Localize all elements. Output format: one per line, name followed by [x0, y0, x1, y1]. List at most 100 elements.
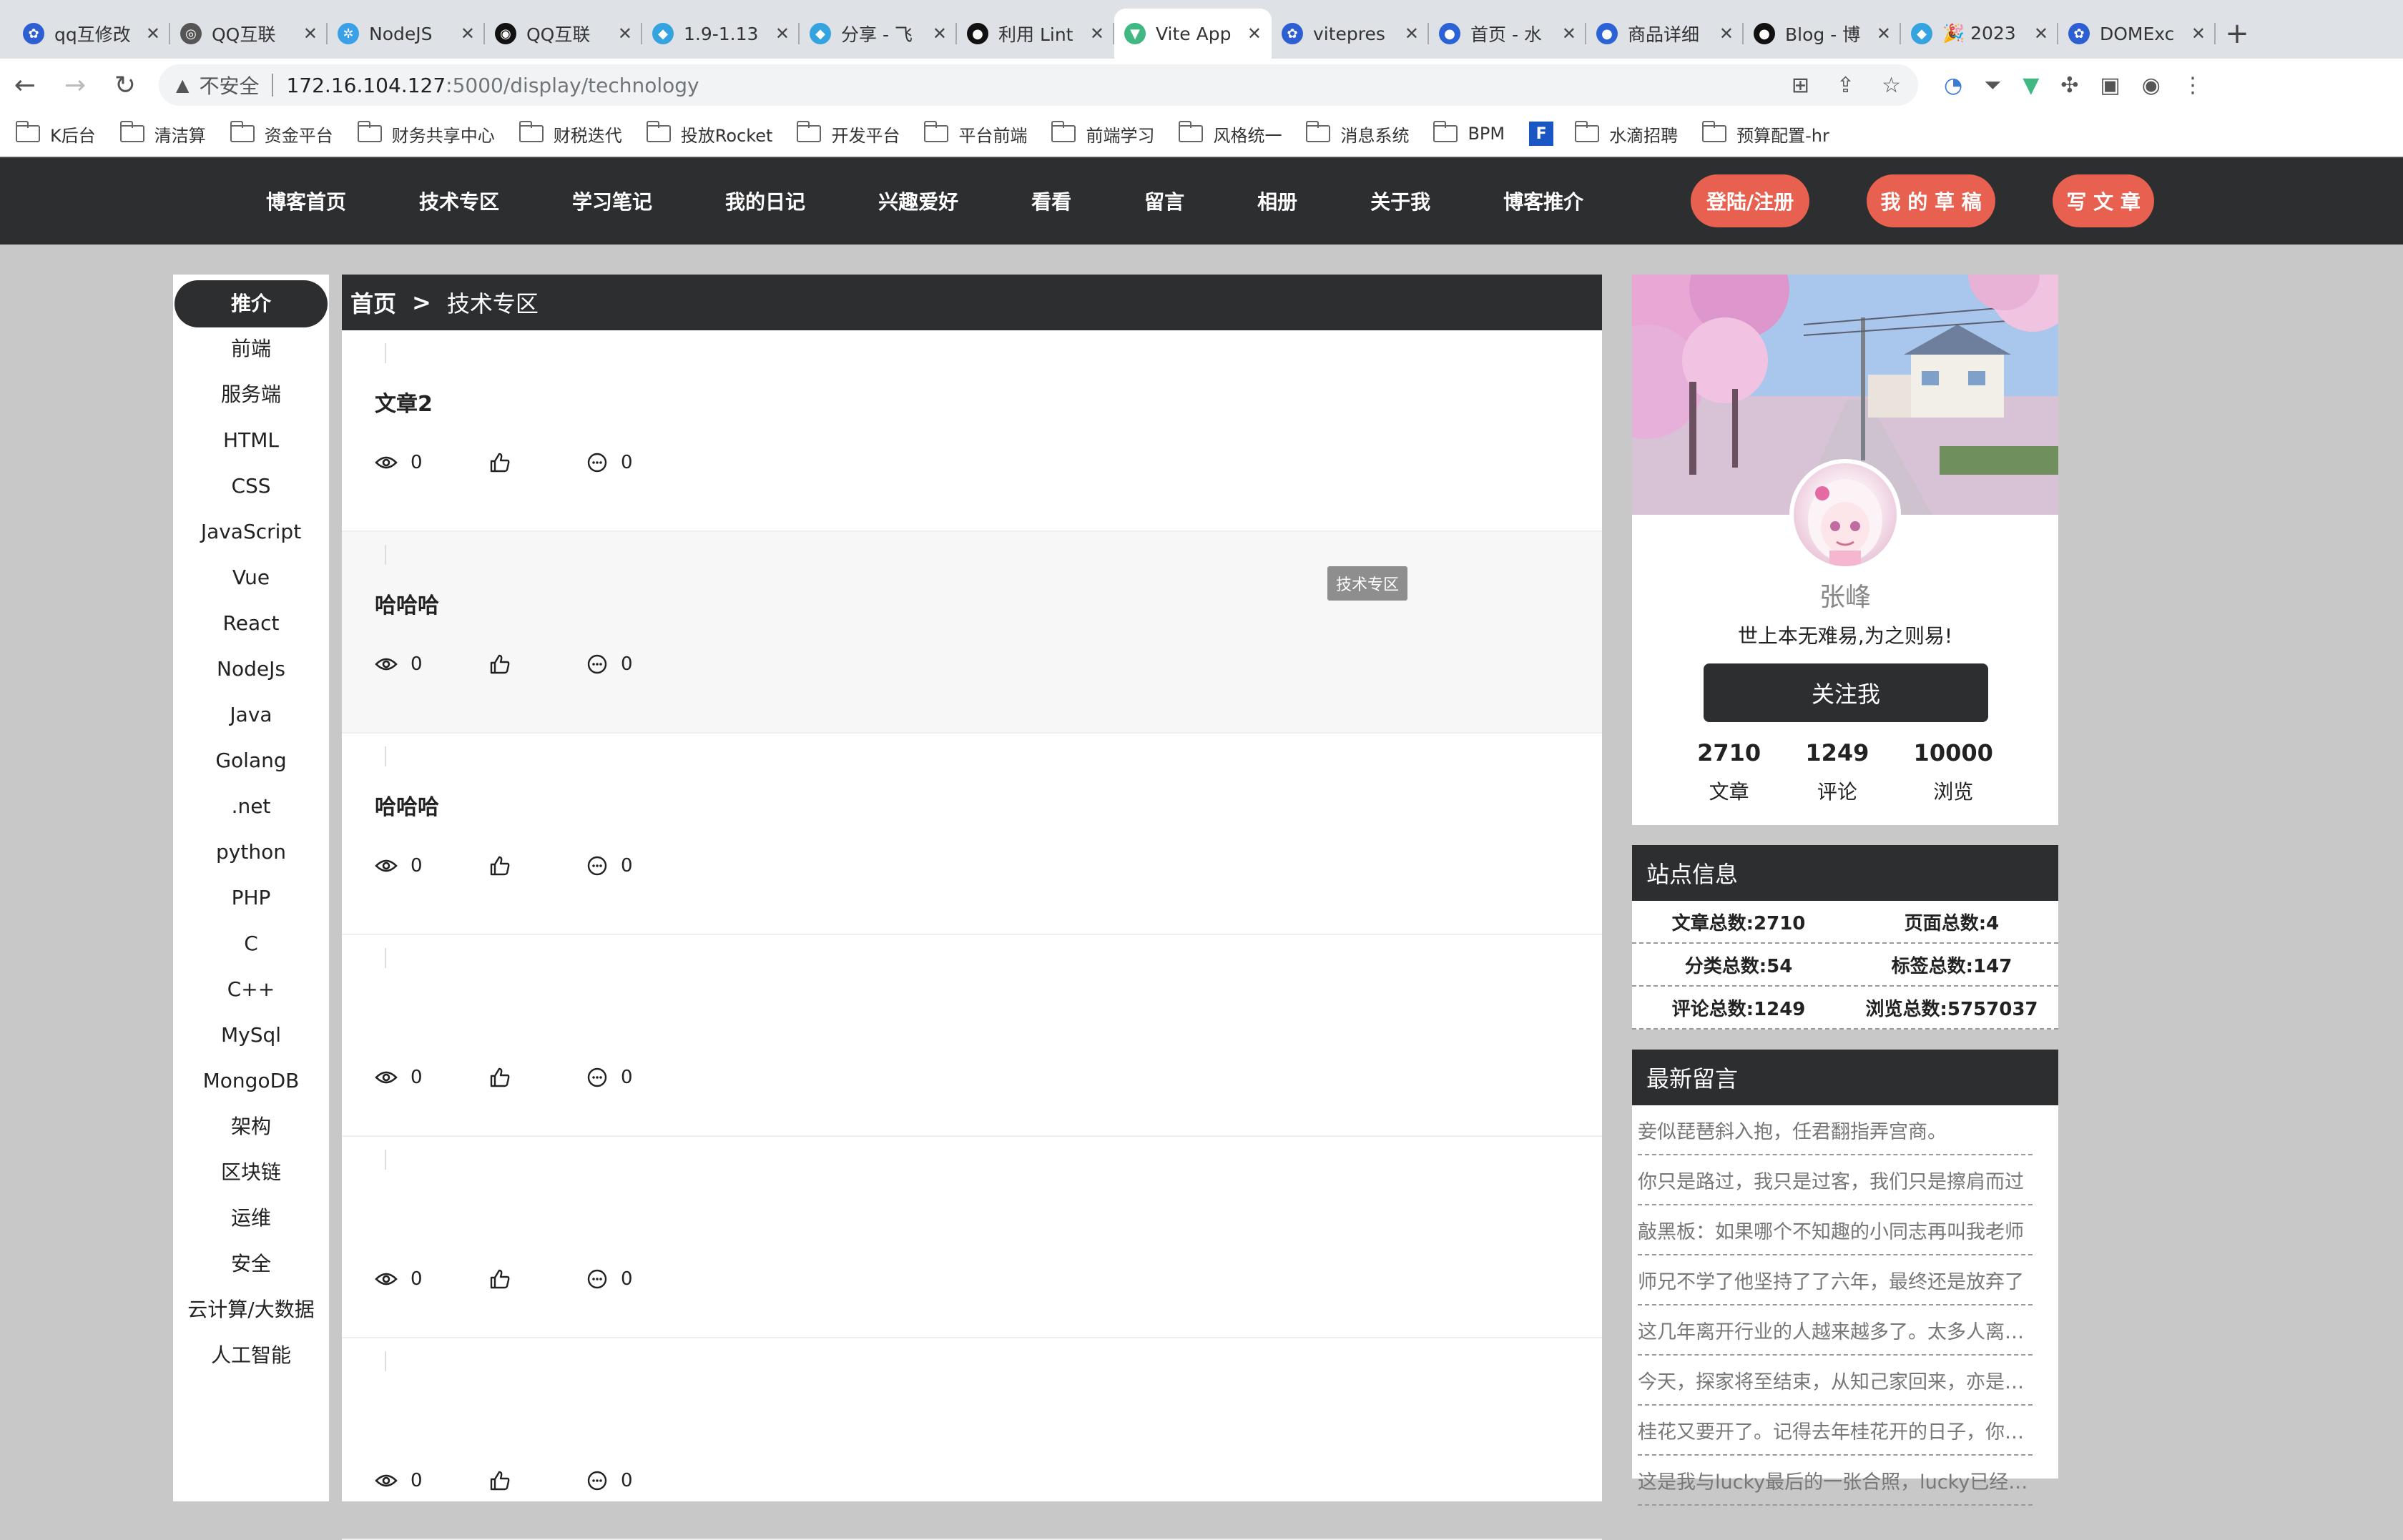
warning-icon[interactable]: ▲ — [176, 75, 189, 95]
nav-link[interactable]: 博客推介 — [1503, 187, 1583, 215]
bookmark-item[interactable]: K后台 — [16, 121, 96, 147]
tab-close-icon[interactable]: ✕ — [461, 24, 475, 44]
tab-close-icon[interactable]: ✕ — [1090, 24, 1104, 44]
like-button[interactable] — [489, 1067, 586, 1088]
extension-icon[interactable]: ◔ — [1944, 73, 1962, 98]
nav-link[interactable]: 博客首页 — [266, 187, 346, 215]
my-drafts-button[interactable]: 我 的 草 稿 — [1867, 174, 1996, 227]
nav-link[interactable]: 留言 — [1144, 187, 1184, 215]
message-item[interactable]: 敲黑板：如果哪个不知趣的小同志再叫我老师 — [1638, 1205, 2033, 1255]
like-button[interactable] — [489, 855, 586, 877]
category-item[interactable]: Java — [173, 692, 329, 738]
bookmark-item[interactable]: 财税迭代 — [519, 121, 622, 147]
profile-icon[interactable]: ◉ — [2142, 73, 2161, 98]
article-item[interactable]: 00 — [342, 1137, 1602, 1338]
like-button[interactable] — [489, 452, 586, 473]
nav-link[interactable]: 我的日记 — [725, 187, 805, 215]
count-views[interactable]: 10000 浏览 — [1914, 739, 1993, 805]
puzzle-icon[interactable]: ✣ — [2060, 73, 2078, 98]
category-item[interactable]: JavaScript — [173, 509, 329, 555]
bookmark-item[interactable]: BPM — [1433, 121, 1505, 144]
browser-tab[interactable]: ● 首页 - 水 ✕ — [1429, 9, 1586, 59]
like-button[interactable] — [489, 1268, 586, 1290]
browser-tab[interactable]: ● 商品详细 ✕ — [1586, 9, 1744, 59]
bookmark-item[interactable]: 消息系统 — [1306, 121, 1409, 147]
tab-close-icon[interactable]: ✕ — [146, 24, 160, 44]
bookmark-item[interactable]: 预算配置-hr — [1702, 121, 1829, 147]
category-item[interactable]: HTML — [173, 418, 329, 463]
category-item[interactable]: Golang — [173, 738, 329, 784]
article-title[interactable]: 哈哈哈 — [375, 588, 439, 619]
bookmark-item[interactable]: 前端学习 — [1051, 121, 1154, 147]
share-icon[interactable]: ⇪ — [1837, 73, 1854, 98]
like-button[interactable] — [489, 653, 586, 675]
message-item[interactable]: 师兄不学了他坚持了了六年，最终还是放弃了 — [1638, 1255, 2033, 1305]
category-item[interactable]: 前端 — [173, 326, 329, 372]
article-title[interactable]: 哈哈哈 — [375, 789, 439, 821]
browser-tab[interactable]: ▼ Vite App ✕ — [1114, 9, 1272, 59]
bookmark-item[interactable]: 清洁算 — [119, 121, 206, 147]
category-item[interactable]: CSS — [173, 463, 329, 509]
tab-close-icon[interactable]: ✕ — [2191, 24, 2206, 44]
insecure-label[interactable]: 不安全 — [199, 71, 259, 99]
browser-tab[interactable]: ◆ 🎉 2023 ✕ — [1901, 9, 2058, 59]
tab-close-icon[interactable]: ✕ — [2034, 24, 2048, 44]
write-article-button[interactable]: 写 文 章 — [2053, 174, 2155, 227]
back-icon[interactable]: ← — [0, 59, 50, 112]
article-item[interactable]: 文章2 0 0 — [342, 330, 1602, 532]
category-item[interactable]: MySql — [173, 1012, 329, 1058]
message-item[interactable]: 妾似琵琶斜入抱，任君翻指弄宫商。 — [1638, 1105, 2033, 1155]
new-tab-icon[interactable]: + — [2216, 9, 2259, 59]
bookmark-app-icon[interactable]: F — [1529, 122, 1554, 146]
browser-tab[interactable]: ◆ 1.9-1.13 ✕ — [642, 9, 800, 59]
browser-tab[interactable]: ● Blog - 博 ✕ — [1744, 9, 1901, 59]
article-item[interactable]: 00 — [342, 935, 1602, 1137]
category-item[interactable]: .net — [173, 784, 329, 829]
tab-close-icon[interactable]: ✕ — [775, 24, 790, 44]
login-register-button[interactable]: 登陆/注册 — [1691, 174, 1810, 227]
bookmark-item[interactable]: 水滴招聘 — [1575, 121, 1678, 147]
category-item[interactable]: 推介 — [175, 280, 328, 327]
category-item[interactable]: 服务端 — [173, 372, 329, 418]
category-item[interactable]: MongoDB — [173, 1058, 329, 1104]
bookmark-star-icon[interactable]: ☆ — [1882, 73, 1901, 98]
like-button[interactable] — [489, 1470, 586, 1491]
article-item[interactable]: 哈哈哈 0 0 — [342, 734, 1602, 935]
breadcrumb-home[interactable]: 首页 — [350, 286, 396, 319]
article-title[interactable]: 文章2 — [375, 386, 433, 418]
category-item[interactable]: 安全 — [173, 1241, 329, 1287]
filter-extension-icon[interactable]: ⏷ — [1984, 73, 2001, 98]
nav-link[interactable]: 技术专区 — [419, 187, 499, 215]
follow-button[interactable]: 关注我 — [1704, 663, 1988, 722]
side-panel-icon[interactable]: ▣ — [2100, 73, 2120, 98]
translate-icon[interactable]: ⊞ — [1792, 73, 1809, 98]
category-item[interactable]: Vue — [173, 555, 329, 601]
category-item[interactable]: 云计算/大数据 — [173, 1287, 329, 1333]
browser-tab[interactable]: ✿ vitepres ✕ — [1272, 9, 1429, 59]
message-item[interactable]: 你只是路过，我只是过客，我们只是擦肩而过 — [1638, 1155, 2033, 1205]
count-comments[interactable]: 1249 评论 — [1805, 739, 1869, 805]
nav-link[interactable]: 学习笔记 — [572, 187, 652, 215]
tab-close-icon[interactable]: ✕ — [1247, 24, 1262, 44]
category-item[interactable]: python — [173, 829, 329, 875]
category-item[interactable]: NodeJs — [173, 646, 329, 692]
address-bar[interactable]: ▲ 不安全 172.16.104.127 :5000/display/techn… — [159, 64, 1918, 106]
browser-tab[interactable]: ✿ qq互修改 ✕ — [13, 9, 170, 59]
tab-close-icon[interactable]: ✕ — [1562, 24, 1576, 44]
count-articles[interactable]: 2710 文章 — [1697, 739, 1761, 805]
browser-tab[interactable]: ◉ QQ互联 ✕ — [485, 9, 642, 59]
category-item[interactable]: 区块链 — [173, 1150, 329, 1195]
forward-icon[interactable]: → — [50, 59, 100, 112]
tab-close-icon[interactable]: ✕ — [1877, 24, 1891, 44]
tab-close-icon[interactable]: ✕ — [618, 24, 632, 44]
bookmark-item[interactable]: 财务共享中心 — [357, 121, 495, 147]
bookmark-item[interactable]: 风格统一 — [1179, 121, 1282, 147]
avatar[interactable] — [1789, 459, 1901, 571]
browser-tab[interactable]: ◎ QQ互联 ✕ — [170, 9, 328, 59]
message-item[interactable]: 桂花又要开了。记得去年桂花开的日子，你还在 — [1638, 1406, 2033, 1456]
message-item[interactable]: 这几年离开行业的人越来越多了。太多人离开了 — [1638, 1305, 2033, 1356]
category-item[interactable]: PHP — [173, 875, 329, 921]
browser-tab[interactable]: ● 利用 Lint ✕ — [957, 9, 1114, 59]
article-item[interactable]: 哈哈哈 0 0 — [342, 532, 1602, 734]
tab-close-icon[interactable]: ✕ — [1719, 24, 1734, 44]
